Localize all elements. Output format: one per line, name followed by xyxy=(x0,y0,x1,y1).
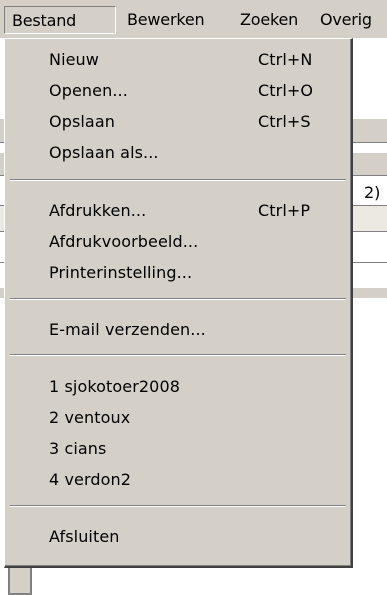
menu-bewerken[interactable]: Bewerken xyxy=(121,6,210,34)
menu-separator xyxy=(10,298,346,300)
menu-item-label: Afdrukvoorbeeld... xyxy=(49,232,199,251)
menu-item-label: E-mail verzenden... xyxy=(49,320,206,339)
menu-item-openen[interactable]: Openen... Ctrl+O xyxy=(49,76,339,106)
menu-bestand[interactable]: Bestand xyxy=(4,6,116,34)
menu-item-label: 2 ventoux xyxy=(49,408,131,427)
menu-item-label: Afsluiten xyxy=(49,527,120,546)
menu-item-label: 1 sjokotoer2008 xyxy=(49,377,181,396)
menu-item-label: Openen... xyxy=(49,81,128,100)
recent-file-item[interactable]: 2 ventoux xyxy=(49,403,339,433)
bestand-dropdown-menu: Nieuw Ctrl+N Openen... Ctrl+O Opslaan Ct… xyxy=(4,38,353,568)
menu-item-afdrukken[interactable]: Afdrukken... Ctrl+P xyxy=(49,196,339,226)
menu-item-shortcut: Ctrl+O xyxy=(258,81,314,100)
background-text-fragment: 2) xyxy=(364,183,381,202)
menu-item-shortcut: Ctrl+N xyxy=(258,50,313,69)
recent-file-item[interactable]: 1 sjokotoer2008 xyxy=(49,372,339,402)
menu-item-opslaan[interactable]: Opslaan Ctrl+S xyxy=(49,107,339,137)
menu-item-label: Nieuw xyxy=(49,50,99,69)
menu-item-afsluiten[interactable]: Afsluiten xyxy=(49,522,339,552)
menu-separator xyxy=(10,505,346,507)
menu-item-afdrukvoorbeeld[interactable]: Afdrukvoorbeeld... xyxy=(49,227,339,257)
menu-item-shortcut: Ctrl+P xyxy=(258,201,311,220)
recent-file-item[interactable]: 4 verdon2 xyxy=(49,465,339,495)
menu-item-printerinstelling[interactable]: Printerinstelling... xyxy=(49,258,339,288)
menu-item-email-verzenden[interactable]: E-mail verzenden... xyxy=(49,315,339,345)
menu-item-label: 4 verdon2 xyxy=(49,470,132,489)
recent-file-item[interactable]: 3 cians xyxy=(49,434,339,464)
menu-item-nieuw[interactable]: Nieuw Ctrl+N xyxy=(49,45,339,75)
menu-bar: Bestand Bewerken Zoeken Overig xyxy=(0,0,387,38)
menu-item-label: 3 cians xyxy=(49,439,107,458)
menu-item-label: Opslaan als... xyxy=(49,143,159,162)
menu-item-opslaan-als[interactable]: Opslaan als... xyxy=(49,138,339,168)
menu-item-shortcut: Ctrl+S xyxy=(258,112,311,131)
menu-item-label: Printerinstelling... xyxy=(49,263,193,282)
menu-separator xyxy=(10,354,346,356)
menu-item-label: Opslaan xyxy=(49,112,115,131)
menu-zoeken[interactable]: Zoeken xyxy=(234,6,304,34)
menu-separator xyxy=(10,179,346,181)
menu-overig[interactable]: Overig xyxy=(314,6,378,34)
menu-item-label: Afdrukken... xyxy=(49,201,147,220)
